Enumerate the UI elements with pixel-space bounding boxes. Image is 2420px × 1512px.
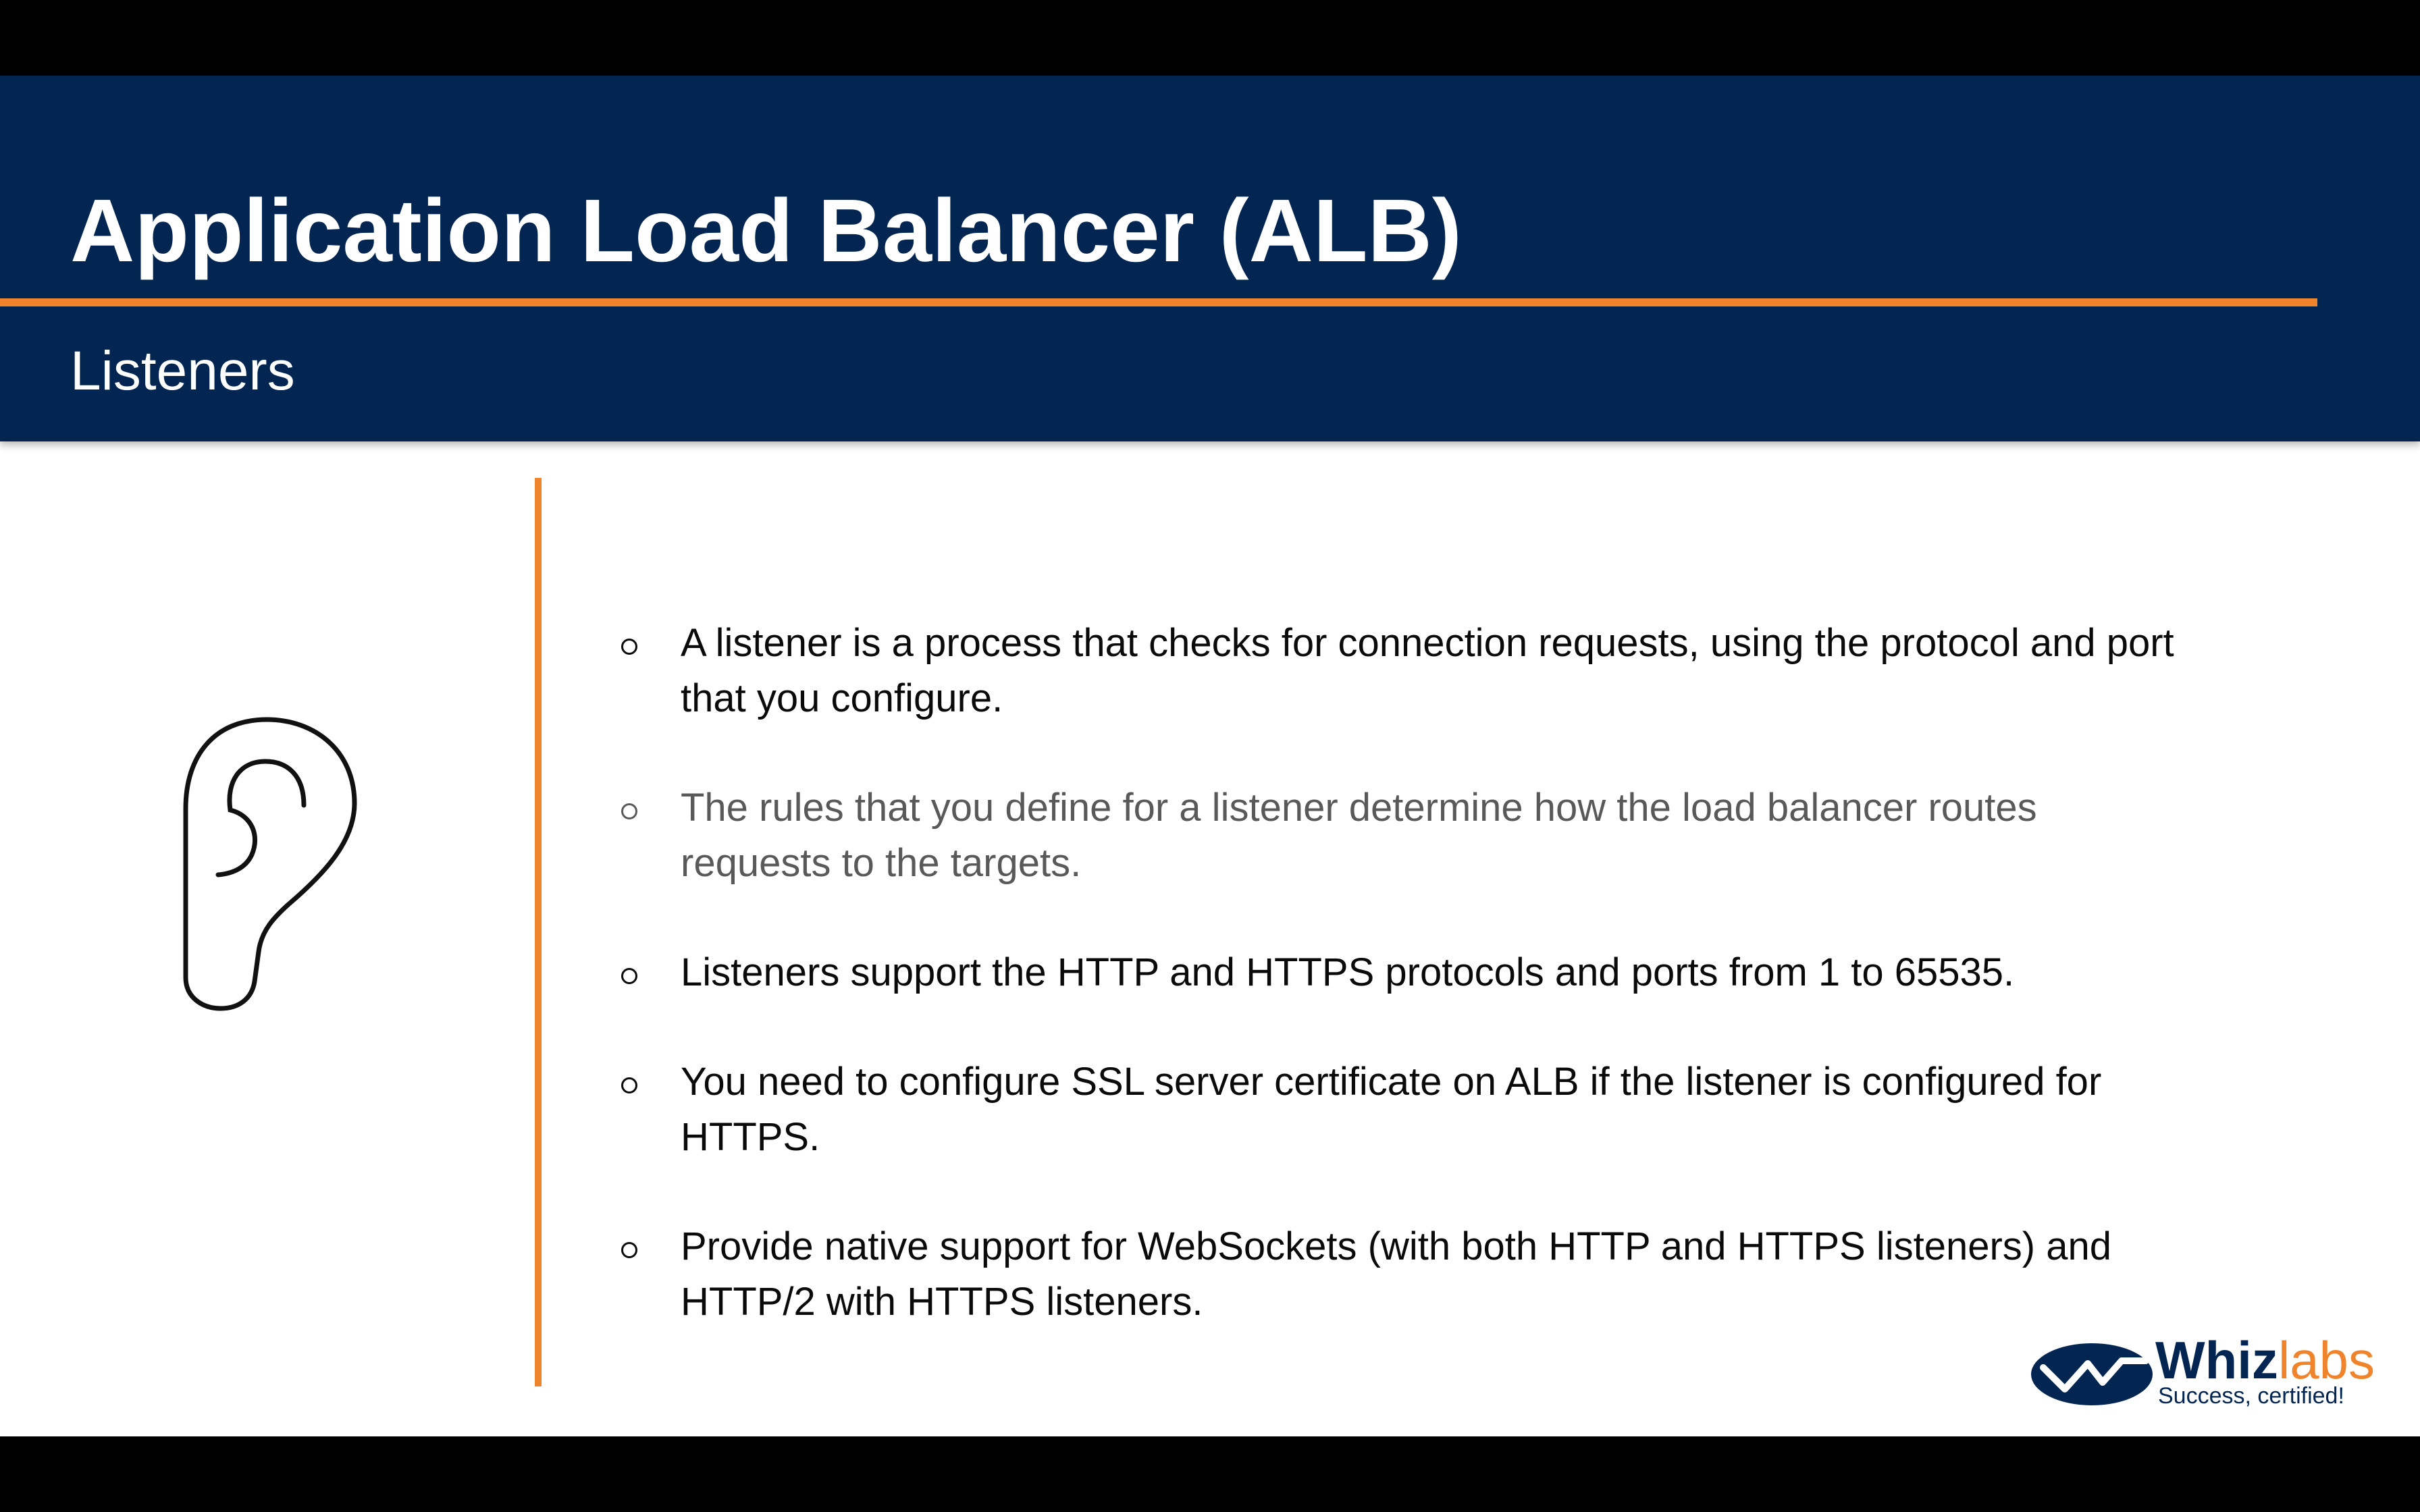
list-item: Listeners support the HTTP and HTTPS pro… xyxy=(621,945,2188,1000)
bullet-text: Listeners support the HTTP and HTTPS pro… xyxy=(681,950,2015,994)
logo-wordmark: Whizlabs xyxy=(2155,1331,2375,1389)
presentation-slide: Application Load Balancer (ALB) Listener… xyxy=(0,76,2420,1436)
whizlabs-logo: Whizlabs Success, certified! xyxy=(2030,1331,2381,1409)
bullet-text: The rules that you define for a listener… xyxy=(681,786,2037,885)
list-item: Provide native support for WebSockets (w… xyxy=(621,1219,2188,1330)
bullet-circle-icon xyxy=(621,968,637,984)
logo-wordmark-primary: Whiz xyxy=(2155,1330,2278,1390)
content-divider xyxy=(535,478,542,1386)
logo-mark-icon xyxy=(2031,1343,2153,1405)
bullet-text: You need to configure SSL server certifi… xyxy=(681,1060,2102,1159)
letterbox-top xyxy=(0,0,2420,76)
logo-tagline: Success, certified! xyxy=(2158,1383,2344,1409)
bullet-circle-icon xyxy=(621,803,637,819)
bullet-circle-icon xyxy=(621,639,637,655)
bullet-circle-icon xyxy=(621,1242,637,1258)
title-divider xyxy=(0,298,2317,306)
logo-wordmark-secondary: labs xyxy=(2278,1330,2375,1390)
bullet-text: Provide native support for WebSockets (w… xyxy=(681,1224,2112,1324)
bullet-circle-icon xyxy=(621,1077,637,1094)
list-item: The rules that you define for a listener… xyxy=(621,780,2188,891)
slide-header: Application Load Balancer (ALB) Listener… xyxy=(0,76,2420,441)
list-item: You need to configure SSL server certifi… xyxy=(621,1054,2188,1165)
slide-subtitle: Listeners xyxy=(70,340,295,402)
letterbox-bottom xyxy=(0,1436,2420,1512)
ear-icon xyxy=(183,717,357,1011)
bullet-list: A listener is a process that checks for … xyxy=(621,616,2188,1384)
bullet-text: A listener is a process that checks for … xyxy=(681,621,2174,720)
list-item: A listener is a process that checks for … xyxy=(621,616,2188,726)
slide-title: Application Load Balancer (ALB) xyxy=(70,181,1462,280)
